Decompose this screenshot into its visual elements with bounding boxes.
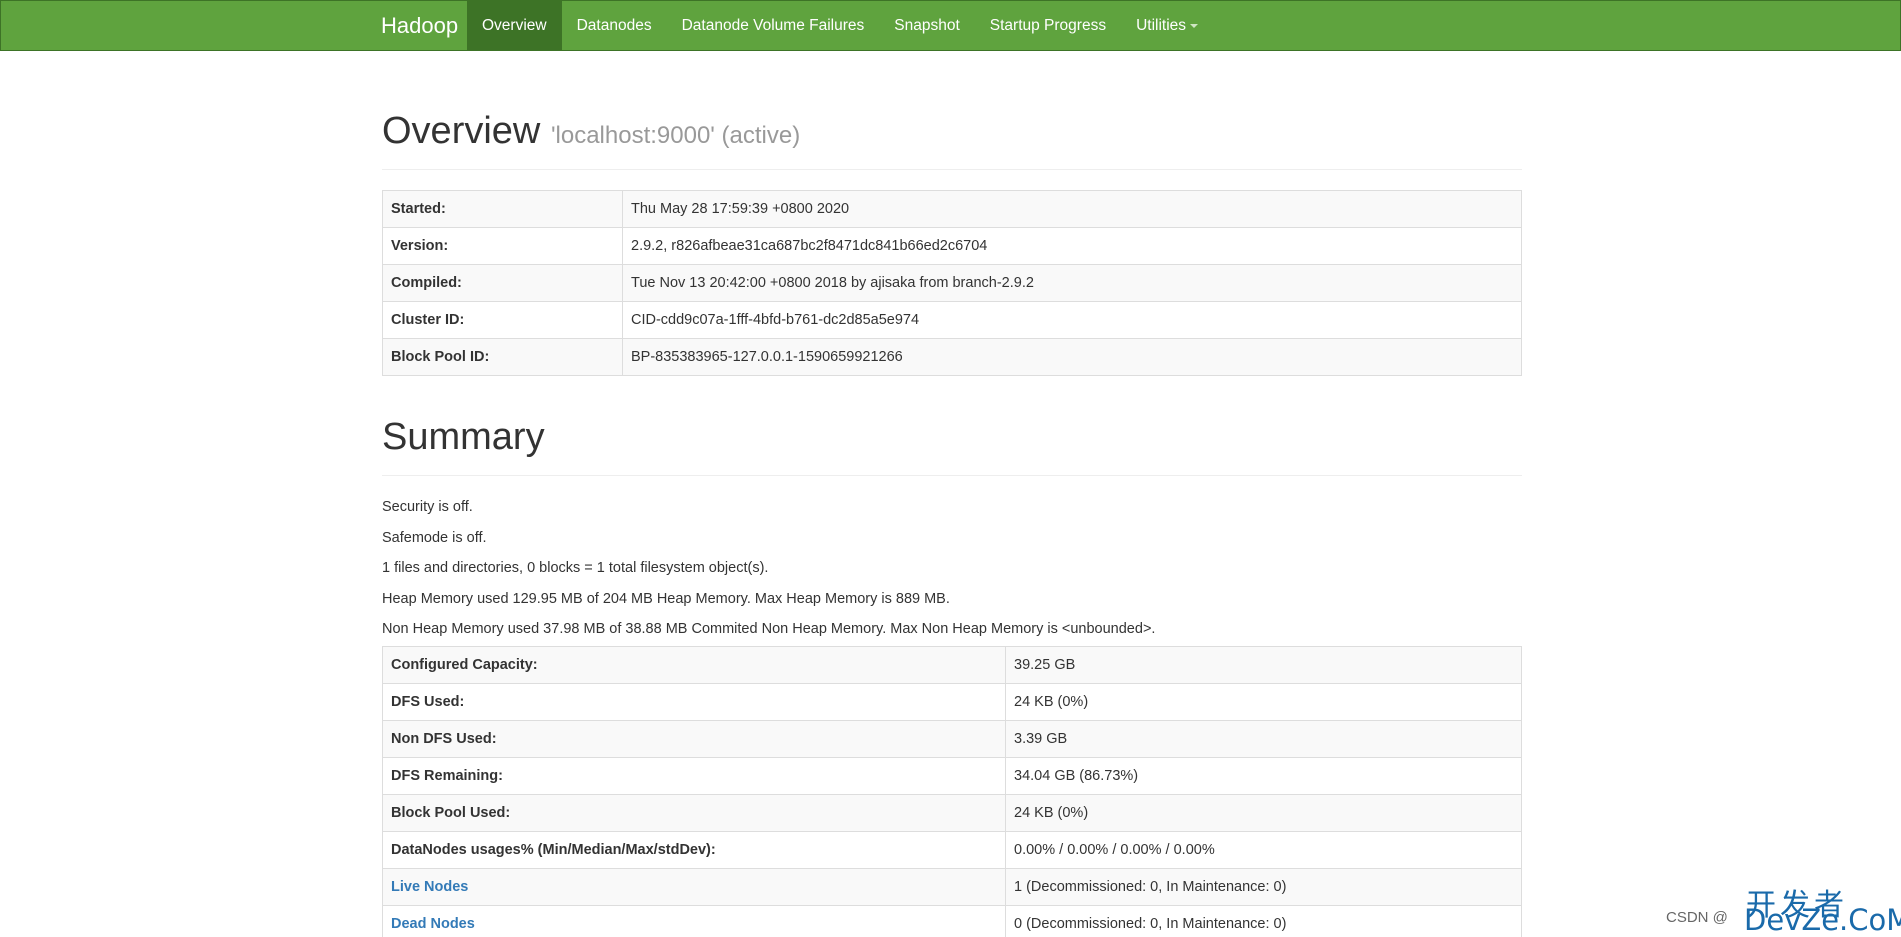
nav-item-utilities-label: Utilities xyxy=(1136,17,1187,34)
row-key: Block Pool Used: xyxy=(382,794,1006,832)
row-key: DFS Remaining: xyxy=(382,757,1006,795)
summary-status-lines: Security is off. Safemode is off. 1 file… xyxy=(382,492,1522,645)
watermark: 开发者 CSDN @ DevZe.CoM xyxy=(1666,883,1901,937)
nav-item-datanodes[interactable]: Datanodes xyxy=(562,1,667,51)
row-value: 2.9.2, r826afbeae31ca687bc2f8471dc841b66… xyxy=(622,227,1522,265)
top-navbar: Hadoop Overview Datanodes Datanode Volum… xyxy=(0,0,1901,51)
caret-down-icon xyxy=(1190,23,1199,28)
table-row: Dead Nodes 0 (Decommissioned: 0, In Maint… xyxy=(382,905,1522,937)
row-value: 0.00% / 0.00% / 0.00% / 0.00% xyxy=(1005,831,1522,869)
nav-item-snapshot[interactable]: Snapshot xyxy=(879,1,975,51)
table-row: DFS Used: 24 KB (0%) xyxy=(382,683,1522,721)
watermark-devze-text: DevZe.CoM xyxy=(1744,903,1901,937)
summary-line-safemode: Safemode is off. xyxy=(382,529,487,546)
row-value: 24 KB (0%) xyxy=(1005,683,1522,721)
row-value: Tue Nov 13 20:42:00 +0800 2018 by ajisak… xyxy=(622,264,1522,302)
nav-item-overview[interactable]: Overview xyxy=(467,1,562,51)
nav-item-utilities[interactable]: Utilities xyxy=(1121,1,1213,51)
row-value: 3.39 GB xyxy=(1005,720,1522,758)
table-row: Version: 2.9.2, r826afbeae31ca687bc2f8471… xyxy=(382,227,1522,265)
table-row: Cluster ID: CID-cdd9c07a-1fff-4bfd-b761-d… xyxy=(382,301,1522,339)
summary-table: Configured Capacity: 39.25 GB DFS Used: 24… xyxy=(382,646,1522,937)
row-value: 0 (Decommissioned: 0, In Maintenance: 0) xyxy=(1005,905,1522,937)
overview-title: Overview 'localhost:9000' (active) xyxy=(382,108,1522,159)
row-value: BP-835383965-127.0.0.1-1590659921266 xyxy=(622,338,1522,376)
overview-header: Overview 'localhost:9000' (active) xyxy=(382,108,1522,170)
summary-line-filesystem: 1 files and directories, 0 blocks = 1 to… xyxy=(382,560,769,576)
nav-item-datanode-volume-failures[interactable]: Datanode Volume Failures xyxy=(667,1,880,51)
summary-header: Summary xyxy=(382,414,1522,476)
row-key: DataNodes usages% (Min/Median/Max/stdDev… xyxy=(382,831,1006,869)
table-row: Started: Thu May 28 17:59:39 +0800 2020 xyxy=(382,190,1522,228)
row-value: 39.25 GB xyxy=(1005,646,1522,684)
live-nodes-link[interactable]: Live Nodes xyxy=(382,868,1006,906)
row-key: Version: xyxy=(382,227,623,265)
nav-item-startup-progress[interactable]: Startup Progress xyxy=(975,1,1121,51)
row-key: Configured Capacity: xyxy=(382,646,1006,684)
row-value: 34.04 GB (86.73%) xyxy=(1005,757,1522,795)
table-row: Non DFS Used: 3.39 GB xyxy=(382,720,1522,758)
brand-logo[interactable]: Hadoop xyxy=(381,1,458,51)
summary-line-security: Security is off. xyxy=(382,499,473,515)
nav-menu: Overview Datanodes Datanode Volume Failu… xyxy=(467,1,1213,51)
table-row: Compiled: Tue Nov 13 20:42:00 +0800 2018 … xyxy=(382,264,1522,302)
row-key: Compiled: xyxy=(382,264,623,302)
row-key: Block Pool ID: xyxy=(382,338,623,376)
summary-line-non-heap-memory: Non Heap Memory used 37.98 MB of 38.88 M… xyxy=(382,621,1156,637)
summary-title: Summary xyxy=(382,416,545,458)
table-row: DataNodes usages% (Min/Median/Max/stdDev… xyxy=(382,831,1522,869)
row-key: DFS Used: xyxy=(382,683,1006,721)
overview-table: Started: Thu May 28 17:59:39 +0800 2020 V… xyxy=(382,190,1522,376)
row-value: 1 (Decommissioned: 0, In Maintenance: 0) xyxy=(1005,868,1522,906)
row-value: 24 KB (0%) xyxy=(1005,794,1522,832)
overview-subtitle: 'localhost:9000' (active) xyxy=(550,122,801,149)
table-row: Block Pool Used: 24 KB (0%) xyxy=(382,794,1522,832)
overview-title-text: Overview xyxy=(382,110,541,152)
row-value: Thu May 28 17:59:39 +0800 2020 xyxy=(622,190,1522,228)
row-key: Started: xyxy=(382,190,623,228)
table-row: Block Pool ID: BP-835383965-127.0.0.1-159… xyxy=(382,338,1522,376)
row-value: CID-cdd9c07a-1fff-4bfd-b761-dc2d85a5e974 xyxy=(622,301,1522,339)
row-key: Non DFS Used: xyxy=(382,720,1006,758)
table-row: DFS Remaining: 34.04 GB (86.73%) xyxy=(382,757,1522,795)
summary-line-heap-memory: Heap Memory used 129.95 MB of 204 MB Hea… xyxy=(382,590,950,607)
row-key: Cluster ID: xyxy=(382,301,623,339)
table-row: Live Nodes 1 (Decommissioned: 0, In Maint… xyxy=(382,868,1522,906)
watermark-csdn-text: CSDN @ xyxy=(1666,909,1728,926)
table-row: Configured Capacity: 39.25 GB xyxy=(382,646,1522,684)
dead-nodes-link[interactable]: Dead Nodes xyxy=(382,905,1006,937)
